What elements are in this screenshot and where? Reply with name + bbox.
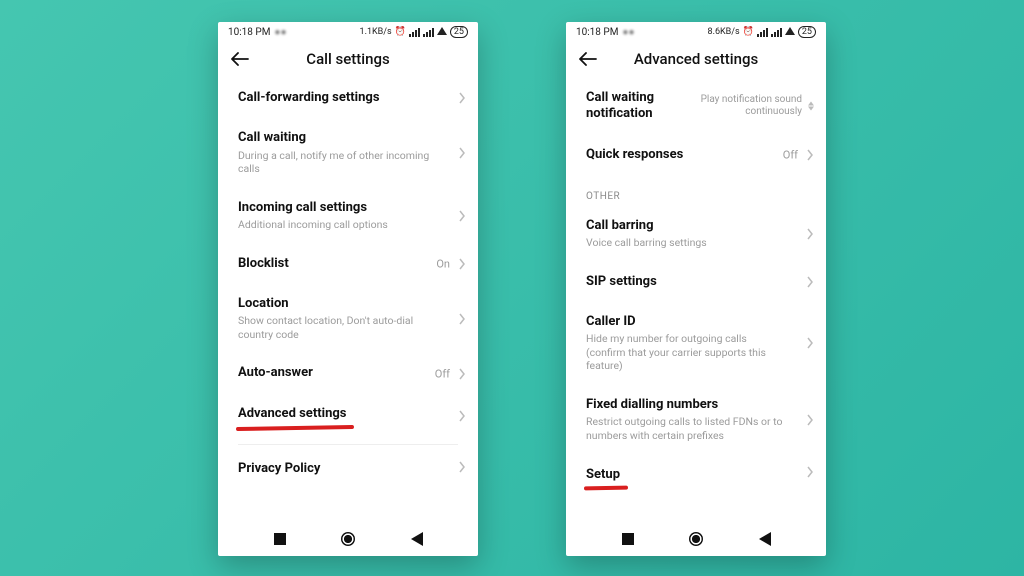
status-notif-blur: ●● [622, 27, 634, 38]
settings-list: Call waiting notification Play notificat… [566, 74, 826, 489]
chevron-right-icon [458, 92, 466, 104]
chevron-right-icon [458, 368, 466, 380]
highlight-underline [584, 485, 628, 490]
item-location[interactable]: Location Show contact location, Don't au… [218, 284, 478, 354]
wifi-icon [437, 27, 447, 35]
nav-recents-button[interactable] [622, 533, 634, 545]
battery-icon: 25 [450, 26, 468, 38]
nav-home-button[interactable] [341, 532, 355, 546]
status-speed: 8.6KB/s [708, 27, 740, 37]
header: Call settings [218, 40, 478, 74]
item-title: Call waiting notification [586, 90, 696, 123]
status-speed: 1.1KB/s [360, 27, 392, 37]
signal-icon [409, 28, 420, 37]
item-title: Call barring [586, 218, 798, 234]
item-setup[interactable]: Setup [566, 455, 826, 489]
item-advanced-settings[interactable]: Advanced settings [218, 394, 478, 438]
item-title: Setup [586, 467, 798, 483]
section-other: OTHER [566, 175, 826, 206]
alarm-icon: ⏰ [743, 27, 754, 37]
android-navbar [218, 522, 478, 556]
item-title: Call-forwarding settings [238, 90, 450, 106]
item-title: Quick responses [586, 147, 798, 163]
item-call-waiting-notification[interactable]: Call waiting notification Play notificat… [566, 78, 826, 135]
chevron-right-icon [458, 210, 466, 222]
stage: 10:18 PM ●● 1.1KB/s ⏰ 25 Call settings C… [0, 0, 1024, 576]
nav-back-button[interactable] [759, 532, 771, 546]
chevron-right-icon [458, 410, 466, 422]
item-title: Caller ID [586, 314, 798, 330]
item-privacy-policy[interactable]: Privacy Policy [218, 445, 478, 489]
item-title: Fixed dialling numbers [586, 397, 798, 413]
item-subtitle: Restrict outgoing calls to listed FDNs o… [586, 415, 798, 442]
chevron-right-icon [806, 228, 814, 240]
item-title: Auto-answer [238, 365, 450, 381]
item-value: Off [435, 367, 450, 380]
status-time: 10:18 PM [228, 27, 270, 38]
nav-home-button[interactable] [689, 532, 703, 546]
chevron-right-icon [806, 414, 814, 426]
item-auto-answer[interactable]: Auto-answer Off [218, 353, 478, 393]
item-subtitle: Additional incoming call options [238, 218, 450, 232]
nav-recents-button[interactable] [274, 533, 286, 545]
item-incoming-call-settings[interactable]: Incoming call settings Additional incomi… [218, 188, 478, 244]
item-subtitle: Hide my number for outgoing calls (confi… [586, 332, 798, 373]
phone-call-settings: 10:18 PM ●● 1.1KB/s ⏰ 25 Call settings C… [218, 22, 478, 556]
chevron-right-icon [806, 149, 814, 161]
chevron-right-icon [458, 461, 466, 473]
header: Advanced settings [566, 40, 826, 74]
item-value: Play notification sound continuously [682, 94, 802, 118]
chevron-right-icon [458, 313, 466, 325]
item-value: On [436, 257, 450, 270]
item-fixed-dialling-numbers[interactable]: Fixed dialling numbers Restrict outgoing… [566, 385, 826, 455]
item-blocklist[interactable]: Blocklist On [218, 244, 478, 284]
item-quick-responses[interactable]: Quick responses Off [566, 135, 826, 175]
status-bar: 10:18 PM ●● 1.1KB/s ⏰ 25 [218, 22, 478, 40]
updown-icon [808, 102, 814, 111]
item-subtitle: Show contact location, Don't auto-dial c… [238, 314, 450, 341]
page-title: Call settings [230, 50, 466, 68]
settings-list: Call-forwarding settings Call waiting Du… [218, 74, 478, 489]
item-title: Privacy Policy [238, 461, 450, 477]
wifi-icon [785, 27, 795, 35]
signal-icon [423, 28, 434, 37]
chevron-right-icon [458, 258, 466, 270]
chevron-right-icon [806, 337, 814, 349]
item-subtitle: Voice call barring settings [586, 236, 798, 250]
highlight-underline [236, 425, 354, 431]
item-sip-settings[interactable]: SIP settings [566, 262, 826, 302]
item-title: Incoming call settings [238, 200, 450, 216]
status-time: 10:18 PM [576, 27, 618, 38]
item-title: SIP settings [586, 274, 798, 290]
item-caller-id[interactable]: Caller ID Hide my number for outgoing ca… [566, 302, 826, 385]
chevron-right-icon [806, 276, 814, 288]
android-navbar [566, 522, 826, 556]
item-call-waiting[interactable]: Call waiting During a call, notify me of… [218, 118, 478, 188]
battery-icon: 25 [798, 26, 816, 38]
item-title: Blocklist [238, 256, 450, 272]
page-title: Advanced settings [578, 50, 814, 68]
alarm-icon: ⏰ [395, 27, 406, 37]
item-value: Off [783, 148, 798, 161]
item-title: Location [238, 296, 450, 312]
item-call-barring[interactable]: Call barring Voice call barring settings [566, 206, 826, 262]
item-title: Advanced settings [238, 406, 450, 422]
status-notif-blur: ●● [274, 27, 286, 38]
signal-icon [771, 28, 782, 37]
item-call-forwarding[interactable]: Call-forwarding settings [218, 78, 478, 118]
signal-icon [757, 28, 768, 37]
phone-advanced-settings: 10:18 PM ●● 8.6KB/s ⏰ 25 Advanced settin… [566, 22, 826, 556]
item-title: Call waiting [238, 130, 450, 146]
status-bar: 10:18 PM ●● 8.6KB/s ⏰ 25 [566, 22, 826, 40]
chevron-right-icon [458, 147, 466, 159]
nav-back-button[interactable] [411, 532, 423, 546]
item-subtitle: During a call, notify me of other incomi… [238, 149, 450, 176]
chevron-right-icon [806, 466, 814, 478]
